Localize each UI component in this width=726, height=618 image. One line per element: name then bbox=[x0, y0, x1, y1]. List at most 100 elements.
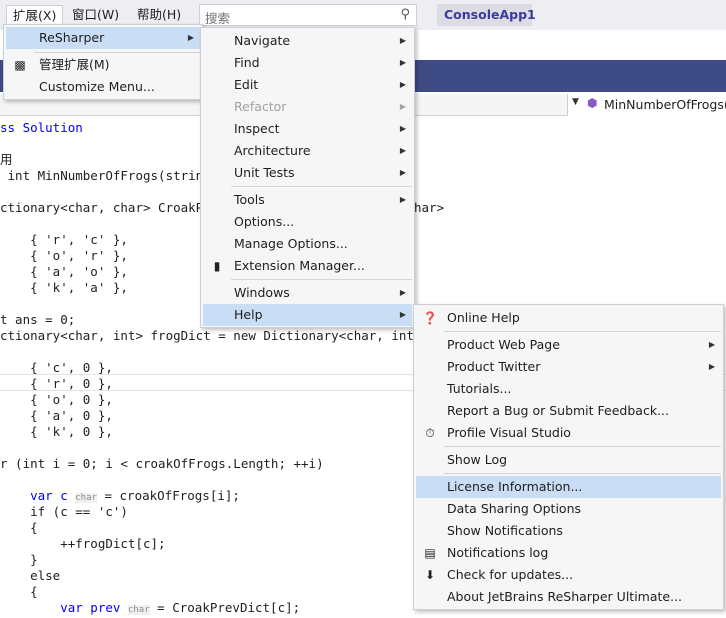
menu-item-label: Data Sharing Options bbox=[447, 501, 582, 516]
code-line: var prev bbox=[0, 600, 121, 615]
extensions-menu: ReSharper ▶ ▩ 管理扩展(M) Customize Menu... bbox=[3, 24, 203, 100]
menu-item-label: Profile Visual Studio bbox=[447, 425, 571, 440]
menu-item-manage-extensions[interactable]: ▩ 管理扩展(M) bbox=[6, 54, 200, 76]
code-line: { 'r', 0 }, bbox=[0, 376, 113, 391]
menu-item-notifications-log[interactable]: ▤ Notifications log bbox=[416, 542, 721, 564]
menu-item-label: ReSharper bbox=[39, 30, 105, 45]
menu-item-data-sharing[interactable]: Data Sharing Options bbox=[416, 498, 721, 520]
menu-item-report-bug[interactable]: Report a Bug or Submit Feedback... bbox=[416, 400, 721, 422]
menu-item-show-notifications[interactable]: Show Notifications bbox=[416, 520, 721, 542]
search-placeholder: 搜索 bbox=[205, 11, 231, 26]
code-line: { 'r', 'c' }, bbox=[0, 232, 128, 247]
type-hint: char bbox=[75, 493, 97, 503]
chevron-right-icon: ▶ bbox=[399, 146, 406, 155]
menu-item-manage-options[interactable]: Manage Options... bbox=[203, 233, 412, 255]
menu-item-show-log[interactable]: Show Log bbox=[416, 449, 721, 471]
menu-item-product-twitter[interactable]: Product Twitter ▶ bbox=[416, 356, 721, 378]
menu-item-label: Inspect bbox=[234, 121, 280, 136]
chevron-right-icon: ▶ bbox=[708, 340, 715, 349]
menu-item-license-info[interactable]: License Information... bbox=[416, 476, 721, 498]
menu-item-product-web-page[interactable]: Product Web Page ▶ bbox=[416, 334, 721, 356]
menu-window[interactable]: 窗口(W) bbox=[66, 5, 125, 26]
menu-item-unit-tests[interactable]: Unit Tests ▶ bbox=[203, 162, 412, 184]
menu-item-customize[interactable]: Customize Menu... bbox=[6, 76, 200, 98]
code-line: { 'a', 'o' }, bbox=[0, 264, 128, 279]
menu-item-label: About JetBrains ReSharper Ultimate... bbox=[447, 589, 683, 604]
menu-item-check-updates[interactable]: ⬇ Check for updates... bbox=[416, 564, 721, 586]
code-line: = CroakPrevDict[c]; bbox=[149, 600, 301, 615]
member-dropdown[interactable]: ▼ ⬢ MinNumberOfFrogs( bbox=[567, 94, 726, 116]
code-line: { 'o', 0 }, bbox=[0, 392, 113, 407]
code-line: t ans = 0; bbox=[0, 312, 76, 327]
menu-item-label: Tutorials... bbox=[447, 381, 512, 396]
search-box[interactable]: 搜索 ⚲ bbox=[199, 4, 417, 26]
menu-item-resharper[interactable]: ReSharper ▶ bbox=[6, 27, 200, 49]
code-line: = croakOfFrogs[i]; bbox=[96, 488, 240, 503]
chevron-right-icon: ▶ bbox=[399, 168, 406, 177]
menu-item-label: Help bbox=[234, 307, 263, 322]
menu-item-label: Extension Manager... bbox=[234, 258, 365, 273]
chevron-down-icon: ▼ bbox=[572, 97, 579, 107]
chat-icon: ▤ bbox=[424, 546, 436, 560]
menu-item-windows[interactable]: Windows ▶ bbox=[203, 282, 412, 304]
chevron-right-icon: ▶ bbox=[399, 310, 406, 319]
menu-item-find[interactable]: Find ▶ bbox=[203, 52, 412, 74]
menu-item-label: Unit Tests bbox=[234, 165, 295, 180]
code-line: ++frogDict[c]; bbox=[0, 536, 166, 551]
menu-item-label: Options... bbox=[234, 214, 295, 229]
search-icon[interactable]: ⚲ bbox=[400, 7, 410, 22]
menu-item-edit[interactable]: Edit ▶ bbox=[203, 74, 412, 96]
stopwatch-icon: ⏱ bbox=[425, 426, 435, 440]
chevron-right-icon: ▶ bbox=[399, 124, 406, 133]
code-line: } bbox=[0, 552, 38, 567]
menu-item-label: Show Log bbox=[447, 452, 508, 467]
menu-item-label: 管理扩展(M) bbox=[39, 57, 110, 72]
help-menu: ❓ Online Help Product Web Page ▶ Product T… bbox=[413, 304, 724, 610]
code-line: { 'k', 'a' }, bbox=[0, 280, 128, 295]
chevron-right-icon: ▶ bbox=[399, 102, 406, 111]
code-line: { bbox=[0, 584, 38, 599]
menu-item-label: Find bbox=[234, 55, 260, 70]
menu-item-inspect[interactable]: Inspect ▶ bbox=[203, 118, 412, 140]
menu-item-label: Navigate bbox=[234, 33, 291, 48]
code-line: { 'c', 0 }, bbox=[0, 360, 113, 375]
code-line: r (int i = 0; i < croakOfFrogs.Length; +… bbox=[0, 456, 324, 471]
menu-item-architecture[interactable]: Architecture ▶ bbox=[203, 140, 412, 162]
code-line: { bbox=[0, 520, 38, 535]
code-line: var c bbox=[0, 488, 68, 503]
menu-item-label: Product Twitter bbox=[447, 359, 541, 374]
code-line: ctionary<char, int> frogDict = new Dicti… bbox=[0, 328, 422, 343]
chevron-right-icon: ▶ bbox=[399, 36, 406, 45]
chevron-right-icon: ▶ bbox=[399, 195, 406, 204]
menu-item-label: License Information... bbox=[447, 479, 583, 494]
menu-item-online-help[interactable]: ❓ Online Help bbox=[416, 307, 721, 329]
menu-item-about[interactable]: About JetBrains ReSharper Ultimate... bbox=[416, 586, 721, 608]
code-line: int MinNumberOfFrogs(string bbox=[0, 168, 211, 183]
code-line: { 'k', 0 }, bbox=[0, 424, 113, 439]
menu-item-label: Windows bbox=[234, 285, 290, 300]
download-icon: ⬇ bbox=[424, 568, 436, 582]
chevron-right-icon: ▶ bbox=[708, 362, 715, 371]
chevron-right-icon: ▶ bbox=[399, 80, 406, 89]
code-line: ss Solution bbox=[0, 120, 83, 135]
menu-item-help[interactable]: Help ▶ bbox=[203, 304, 412, 326]
menu-item-tools[interactable]: Tools ▶ bbox=[203, 189, 412, 211]
menu-item-label: Check for updates... bbox=[447, 567, 574, 582]
menu-item-label: Tools bbox=[234, 192, 265, 207]
menu-item-profile-vs[interactable]: ⏱ Profile Visual Studio bbox=[416, 422, 721, 444]
menu-item-options[interactable]: Options... bbox=[203, 211, 412, 233]
chevron-right-icon: ▶ bbox=[187, 33, 194, 42]
code-line: if (c == 'c') bbox=[0, 504, 128, 519]
menu-extensions[interactable]: 扩展(X) bbox=[6, 5, 64, 26]
chevron-right-icon: ▶ bbox=[399, 58, 406, 67]
question-icon: ❓ bbox=[422, 311, 438, 325]
menu-item-label: Notifications log bbox=[447, 545, 549, 560]
type-hint: char bbox=[127, 605, 150, 615]
menu-help[interactable]: 帮助(H) bbox=[131, 5, 187, 26]
menu-item-navigate[interactable]: Navigate ▶ bbox=[203, 30, 412, 52]
code-line: { 'a', 0 }, bbox=[0, 408, 113, 423]
menu-item-tutorials[interactable]: Tutorials... bbox=[416, 378, 721, 400]
menu-item-extension-manager[interactable]: ▮ Extension Manager... bbox=[203, 255, 412, 277]
member-name: MinNumberOfFrogs( bbox=[604, 97, 726, 112]
menu-item-label: Customize Menu... bbox=[39, 79, 155, 94]
